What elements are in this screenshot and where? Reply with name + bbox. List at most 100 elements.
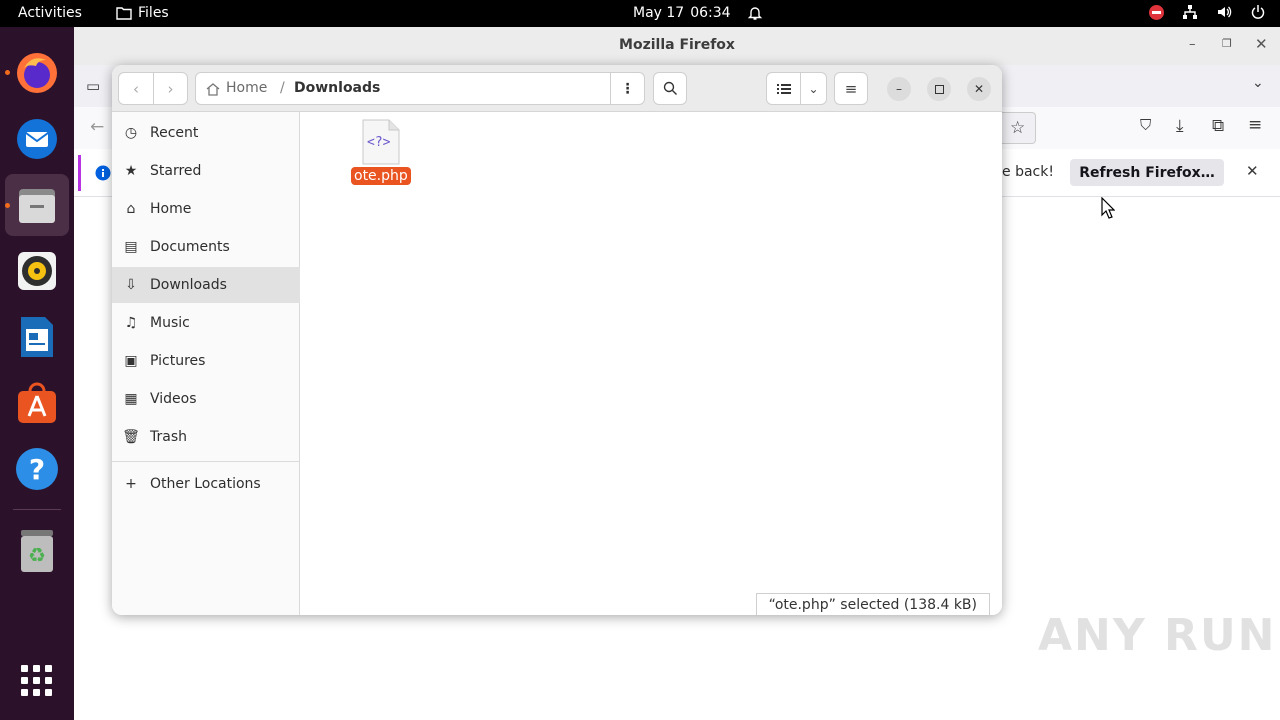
sidebar-item-videos[interactable]: ▦ Videos xyxy=(112,381,300,417)
maximize-icon xyxy=(934,84,944,94)
sidebar-item-label: Recent xyxy=(150,125,199,141)
path-bar[interactable]: Home / Downloads ⋮ xyxy=(195,72,645,105)
php-file-glyph: <?> xyxy=(367,135,391,150)
info-icon xyxy=(95,165,111,181)
path-home-label: Home xyxy=(226,80,268,96)
places-sidebar: ◷ Recent ★ Starred ⌂ Home ▤ Documents ⇩ … xyxy=(112,112,300,615)
sidebar-item-label: Starred xyxy=(150,163,202,179)
plus-icon: + xyxy=(125,476,137,492)
download-icon: ⇩ xyxy=(125,277,137,293)
top-bar: Activities Files May 17 06:34 xyxy=(0,0,1280,27)
home-icon: ⌂ xyxy=(126,201,136,217)
back-button[interactable]: ‹ xyxy=(118,72,154,105)
network-icon xyxy=(1183,5,1197,19)
bell-icon xyxy=(747,7,762,20)
sidebar-item-other-locations[interactable]: + Other Locations xyxy=(112,466,300,502)
chevron-right-icon: › xyxy=(167,79,174,98)
back-arrow-icon[interactable]: ← xyxy=(90,117,104,137)
clock[interactable]: May 17 06:34 xyxy=(633,5,763,21)
close-notification-icon[interactable]: ✕ xyxy=(1246,162,1259,180)
firefox-view-icon[interactable]: ▭ xyxy=(86,77,100,95)
minimize-button[interactable]: – xyxy=(887,77,911,101)
bookmark-star-icon[interactable]: ☆ xyxy=(1010,118,1025,138)
path-current[interactable]: Downloads xyxy=(294,80,380,96)
svg-text:?: ? xyxy=(29,453,45,486)
selection-status: “ote.php” selected (138.4 kB) xyxy=(755,593,990,615)
sidebar-separator xyxy=(112,461,300,462)
path-separator: / xyxy=(280,80,285,96)
sidebar-item-label: Downloads xyxy=(150,277,227,293)
running-indicator xyxy=(5,70,10,75)
sidebar-item-label: Videos xyxy=(150,391,197,407)
vertical-dots-icon: ⋮ xyxy=(620,80,635,97)
running-indicator xyxy=(5,203,10,208)
firefox-title: Mozilla Firefox xyxy=(619,37,735,53)
sidebar-item-trash[interactable]: 🗑 Trash xyxy=(112,419,300,455)
sidebar-item-recent[interactable]: ◷ Recent xyxy=(112,115,300,151)
notification-accent xyxy=(78,155,81,191)
main-menu-button[interactable]: ≡ xyxy=(834,72,868,105)
sidebar-item-label: Documents xyxy=(150,239,230,255)
refresh-firefox-button[interactable]: Refresh Firefox… xyxy=(1070,159,1224,186)
php-file-icon[interactable]: <?> xyxy=(362,119,400,165)
sidebar-item-pictures[interactable]: ▣ Pictures xyxy=(112,343,300,379)
activities-button[interactable]: Activities xyxy=(18,5,82,21)
chevron-down-icon: ⌄ xyxy=(808,81,819,96)
music-icon: ♫ xyxy=(124,315,138,331)
downloads-icon[interactable]: ⤓ xyxy=(1176,116,1184,136)
sidebar-item-starred[interactable]: ★ Starred xyxy=(112,153,300,189)
close-icon: ✕ xyxy=(973,82,985,96)
close-icon[interactable]: ✕ xyxy=(1255,35,1268,53)
firefox-icon[interactable] xyxy=(13,49,61,97)
sidebar-item-label: Other Locations xyxy=(150,476,261,492)
sidebar-item-label: Pictures xyxy=(150,353,206,369)
file-view[interactable]: <?> ote.php “ote.php” selected (138.4 kB… xyxy=(301,112,1002,615)
volume-icon xyxy=(1218,6,1232,18)
time: 06:34 xyxy=(690,5,731,21)
home-icon xyxy=(206,83,220,96)
svg-text:♻: ♻ xyxy=(28,543,46,567)
maximize-button[interactable] xyxy=(927,77,951,101)
view-options-button[interactable]: ⌄ xyxy=(800,72,827,105)
file-name-label[interactable]: ote.php xyxy=(351,167,411,185)
list-view-icon xyxy=(776,83,791,94)
trash-icon[interactable]: ♻ xyxy=(13,527,61,575)
mouse-cursor-icon xyxy=(1101,197,1115,219)
path-menu-button[interactable]: ⋮ xyxy=(610,73,644,104)
document-icon: ▤ xyxy=(124,239,138,255)
sidebar-item-documents[interactable]: ▤ Documents xyxy=(112,229,300,265)
path-home[interactable]: Home xyxy=(206,80,267,96)
search-button[interactable] xyxy=(653,72,687,105)
tab-list-icon[interactable]: ⌄ xyxy=(1252,75,1264,91)
forward-button[interactable]: › xyxy=(153,72,188,105)
help-icon[interactable]: ? xyxy=(13,445,61,493)
app-menu[interactable]: Files xyxy=(116,5,169,21)
libreoffice-writer-icon[interactable] xyxy=(13,313,61,361)
files-window: ‹ › Home / Downloads ⋮ ⌄ ≡ – ✕ ◷ Recent … xyxy=(112,65,1002,615)
pocket-icon[interactable]: ⛉ xyxy=(1140,116,1151,134)
app-menu-icon[interactable]: ≡ xyxy=(1248,115,1262,135)
sidebar-item-home[interactable]: ⌂ Home xyxy=(112,191,300,227)
extensions-icon[interactable]: ⧉ xyxy=(1212,116,1224,136)
power-icon xyxy=(1251,5,1265,19)
minimize-icon[interactable]: – xyxy=(1189,37,1196,52)
rhythmbox-icon[interactable] xyxy=(13,247,61,295)
close-button[interactable]: ✕ xyxy=(967,77,991,101)
app-center-icon[interactable] xyxy=(13,379,61,427)
clock-icon: ◷ xyxy=(124,125,138,141)
files-icon[interactable] xyxy=(13,181,61,229)
sidebar-item-downloads[interactable]: ⇩ Downloads xyxy=(112,267,300,303)
pictures-icon: ▣ xyxy=(124,353,138,369)
videos-icon: ▦ xyxy=(124,391,138,407)
show-apps-icon[interactable] xyxy=(13,657,61,705)
restore-icon[interactable]: ❐ xyxy=(1222,37,1232,50)
system-tray[interactable] xyxy=(1149,4,1266,20)
sidebar-item-music[interactable]: ♫ Music xyxy=(112,305,300,341)
sidebar-item-label: Home xyxy=(150,201,192,217)
hamburger-icon: ≡ xyxy=(844,79,858,98)
do-not-disturb-icon xyxy=(1149,4,1164,20)
files-headerbar: ‹ › Home / Downloads ⋮ ⌄ ≡ – ✕ xyxy=(112,65,1002,112)
view-list-button[interactable] xyxy=(766,72,801,105)
thunderbird-icon[interactable] xyxy=(13,115,61,163)
trash-icon: 🗑 xyxy=(122,429,140,445)
